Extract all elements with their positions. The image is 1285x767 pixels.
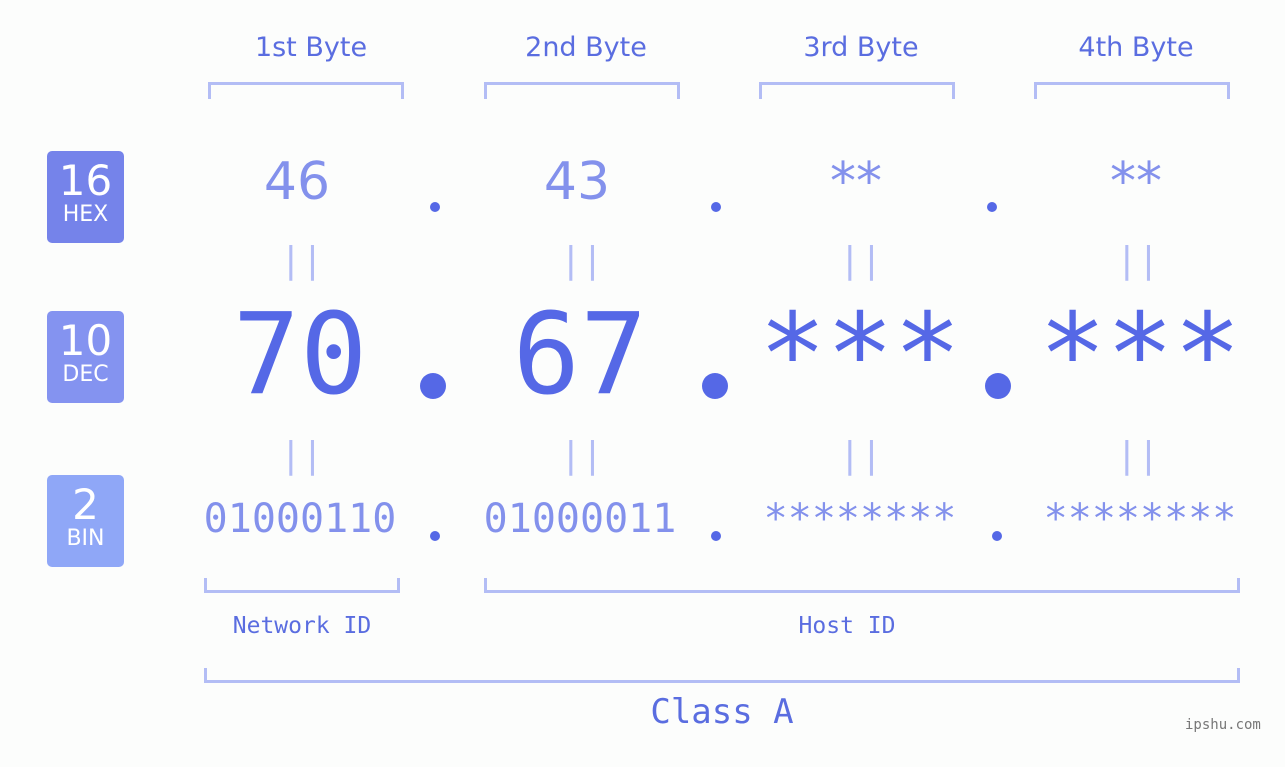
- bin-separator-dot: [430, 531, 440, 541]
- equals-sign: ||: [1116, 435, 1160, 476]
- bin-base-label: BIN: [66, 526, 105, 551]
- equals-sign: ||: [280, 240, 324, 281]
- dec-byte-4: ***: [1038, 290, 1242, 420]
- network-id-bracket: [204, 578, 400, 593]
- header-byte-1: 1st Byte: [254, 32, 368, 63]
- byte-4-bracket: [1034, 82, 1230, 99]
- dec-byte-3: ***: [758, 290, 962, 420]
- bin-separator-dot: [992, 531, 1002, 541]
- header-byte-3: 3rd Byte: [803, 32, 919, 63]
- dec-byte-2: 67: [512, 290, 648, 420]
- equals-sign: ||: [1116, 240, 1160, 281]
- byte-1-bracket: [208, 82, 404, 99]
- equals-sign: ||: [280, 435, 324, 476]
- dec-separator-dot: [985, 373, 1011, 399]
- byte-2-bracket: [484, 82, 680, 99]
- equals-sign: ||: [560, 240, 604, 281]
- class-bracket: [204, 668, 1240, 683]
- bin-badge: 2 BIN: [47, 475, 124, 567]
- dec-separator-dot: [420, 373, 446, 399]
- header-byte-4: 4th Byte: [1078, 32, 1194, 63]
- watermark: ipshu.com: [1185, 717, 1261, 733]
- bin-byte-4: ********: [1043, 496, 1237, 542]
- byte-3-bracket: [759, 82, 955, 99]
- hex-separator-dot: [987, 202, 997, 212]
- bin-byte-1: 01000110: [203, 496, 397, 542]
- hex-separator-dot: [711, 202, 721, 212]
- host-id-bracket: [484, 578, 1240, 593]
- bin-byte-2: 01000011: [483, 496, 677, 542]
- network-id-label: Network ID: [232, 613, 372, 639]
- hex-byte-2: 43: [543, 152, 611, 212]
- hex-badge: 16 HEX: [47, 151, 124, 243]
- bin-base-number: 2: [72, 480, 99, 529]
- bin-separator-dot: [711, 531, 721, 541]
- hex-separator-dot: [430, 202, 440, 212]
- hex-base-number: 16: [58, 156, 113, 205]
- class-label: Class A: [650, 692, 794, 732]
- hex-base-label: HEX: [62, 202, 109, 227]
- equals-sign: ||: [839, 240, 883, 281]
- dec-byte-1: 70: [232, 290, 368, 420]
- hex-byte-3: **: [830, 152, 882, 212]
- dec-base-label: DEC: [62, 362, 109, 387]
- hex-byte-4: **: [1110, 152, 1162, 212]
- equals-sign: ||: [839, 435, 883, 476]
- dec-base-number: 10: [58, 316, 113, 365]
- host-id-label: Host ID: [798, 613, 896, 639]
- dec-separator-dot: [702, 373, 728, 399]
- header-byte-2: 2nd Byte: [525, 32, 647, 63]
- bin-byte-3: ********: [763, 496, 957, 542]
- dec-badge: 10 DEC: [47, 311, 124, 403]
- hex-byte-1: 46: [263, 152, 331, 212]
- equals-sign: ||: [560, 435, 604, 476]
